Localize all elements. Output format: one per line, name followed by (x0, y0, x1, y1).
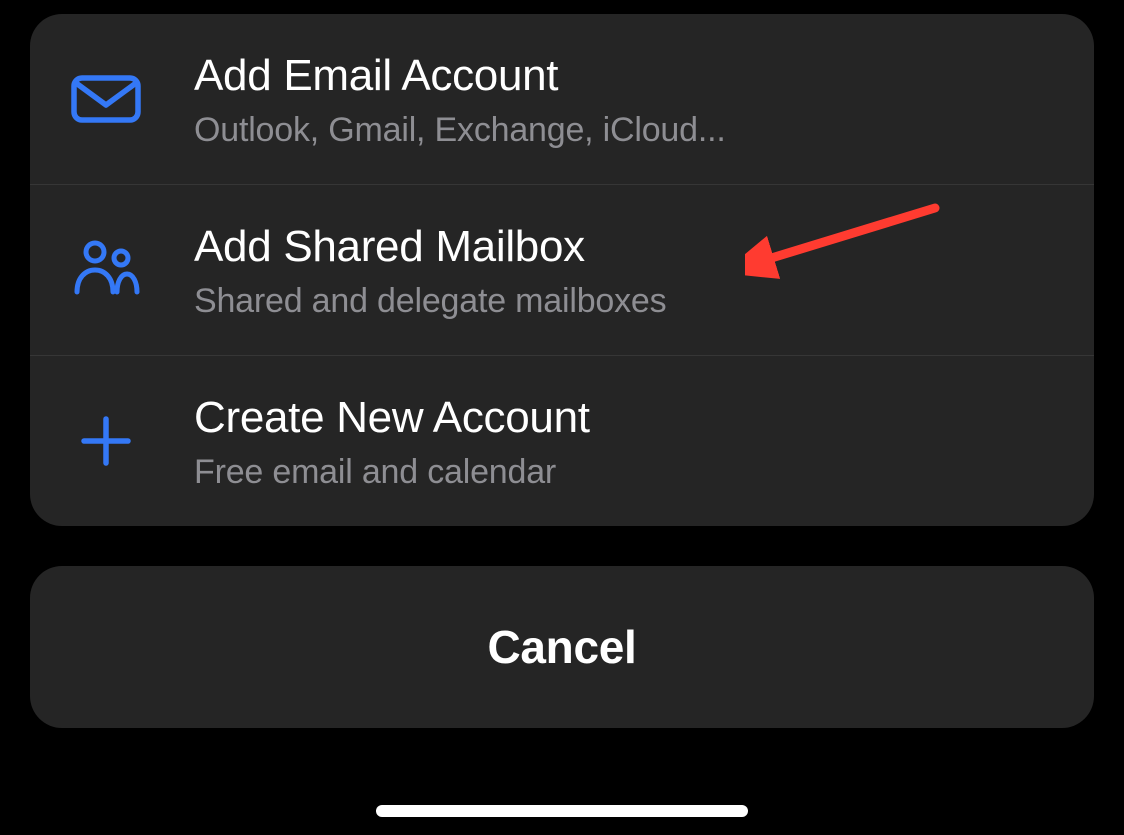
cancel-button[interactable]: Cancel (30, 566, 1094, 728)
option-text-group: Add Email Account Outlook, Gmail, Exchan… (194, 48, 726, 150)
option-title: Add Shared Mailbox (194, 219, 666, 274)
people-icon (66, 240, 146, 300)
plus-icon (66, 413, 146, 469)
option-text-group: Create New Account Free email and calend… (194, 390, 590, 492)
action-sheet: Add Email Account Outlook, Gmail, Exchan… (30, 14, 1094, 728)
create-new-account-option[interactable]: Create New Account Free email and calend… (30, 356, 1094, 526)
option-title: Create New Account (194, 390, 590, 445)
option-title: Add Email Account (194, 48, 726, 103)
add-email-account-option[interactable]: Add Email Account Outlook, Gmail, Exchan… (30, 14, 1094, 185)
options-list: Add Email Account Outlook, Gmail, Exchan… (30, 14, 1094, 526)
home-indicator (376, 805, 748, 817)
add-shared-mailbox-option[interactable]: Add Shared Mailbox Shared and delegate m… (30, 185, 1094, 356)
option-subtitle: Outlook, Gmail, Exchange, iCloud... (194, 111, 726, 150)
option-subtitle: Shared and delegate mailboxes (194, 282, 666, 321)
cancel-label: Cancel (487, 620, 636, 674)
option-subtitle: Free email and calendar (194, 453, 590, 492)
mail-icon (66, 75, 146, 123)
option-text-group: Add Shared Mailbox Shared and delegate m… (194, 219, 666, 321)
